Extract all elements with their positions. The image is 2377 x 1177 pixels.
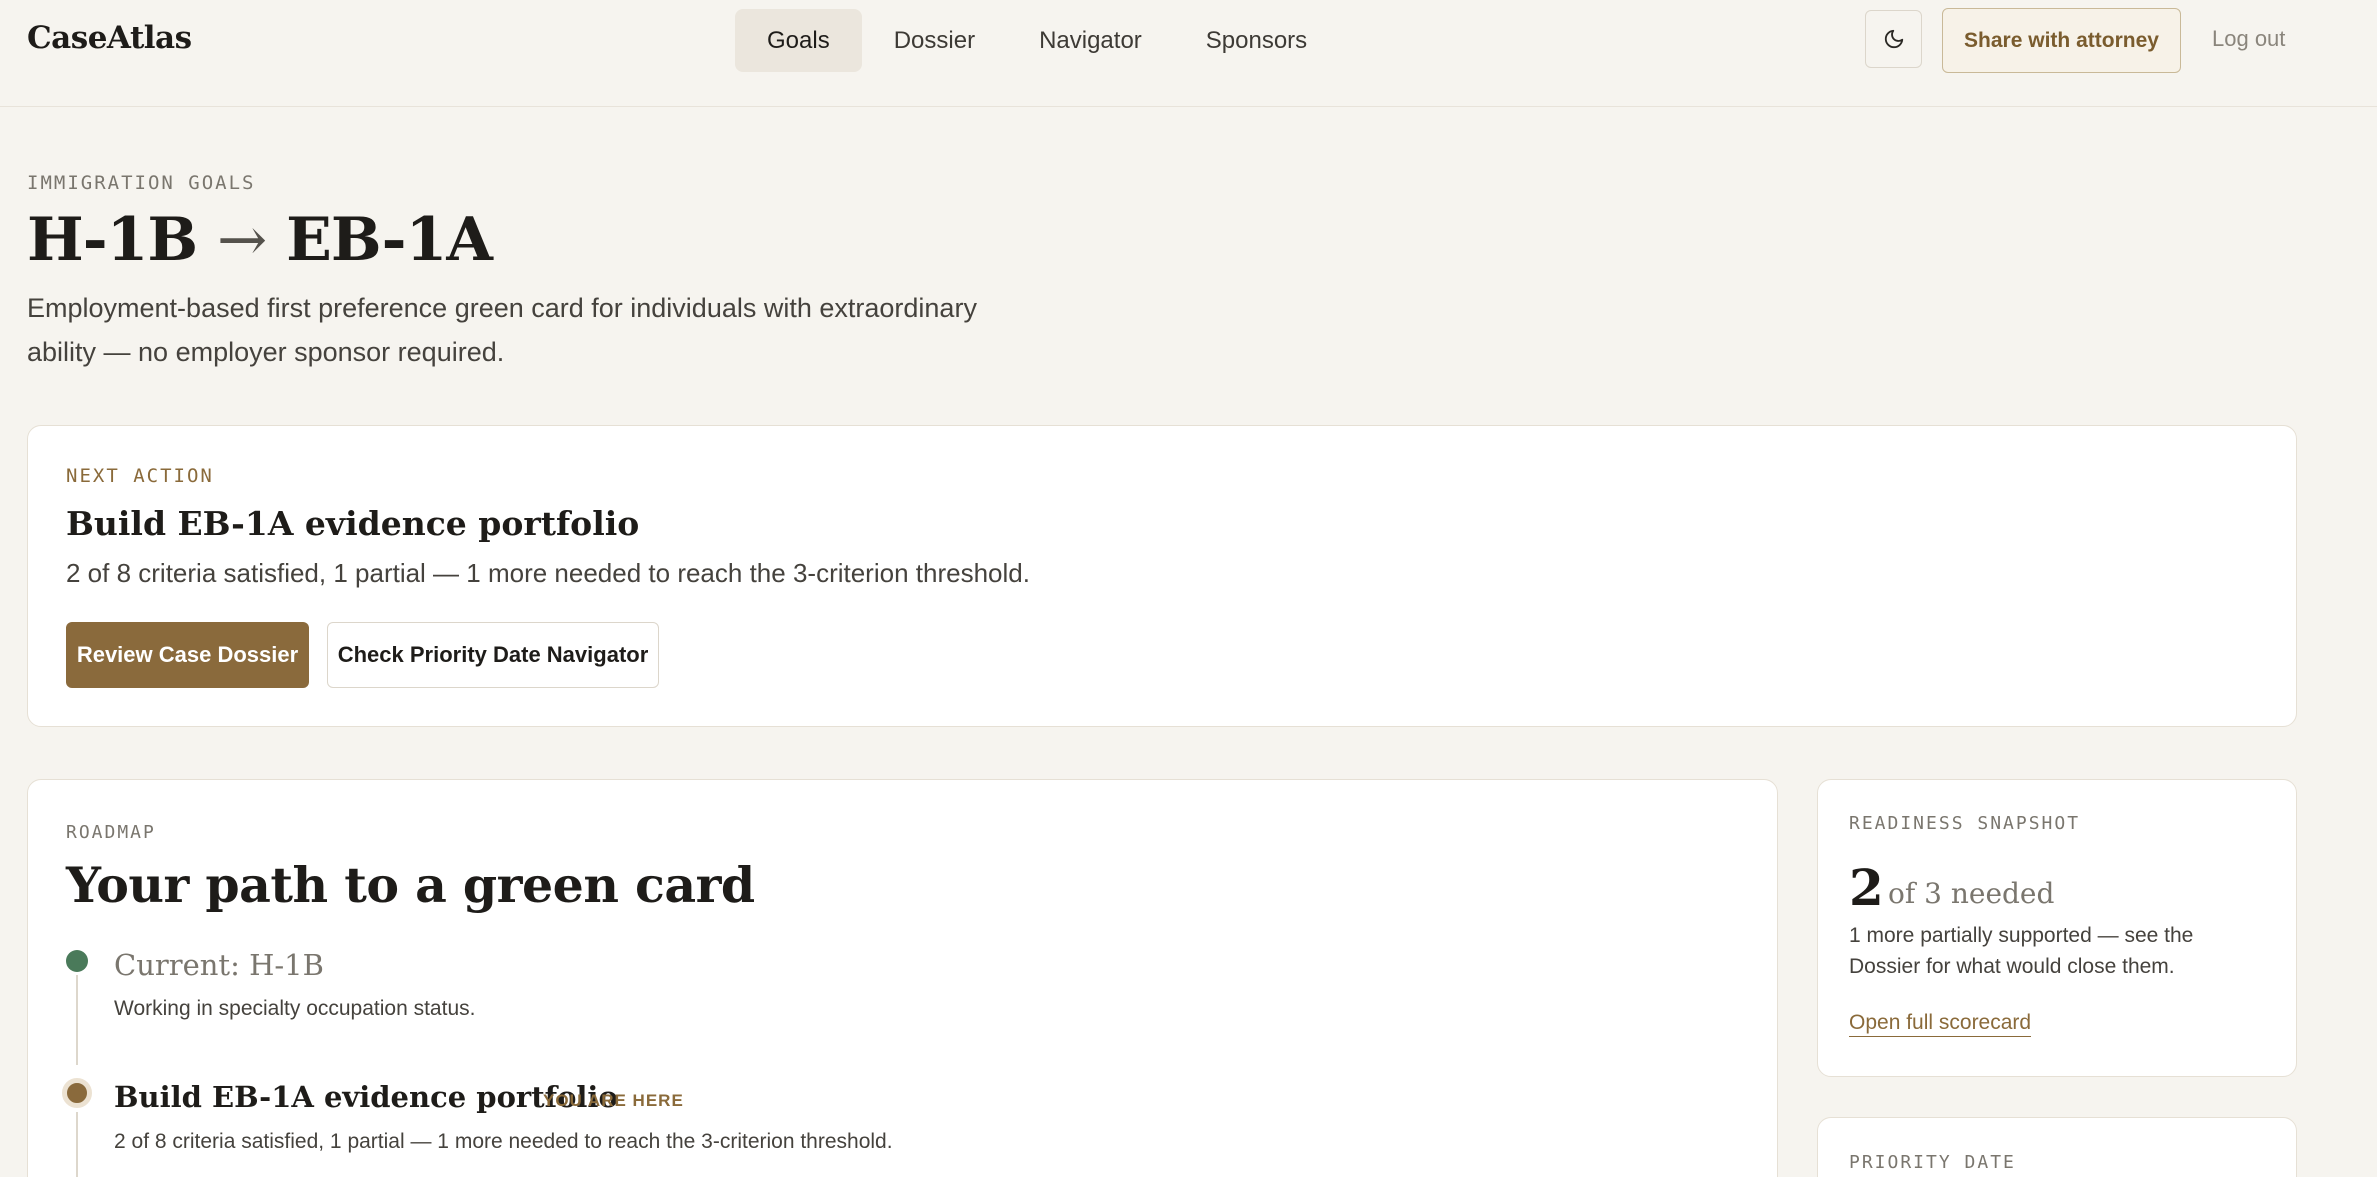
step-current-description: Working in specialty occupation status. [114,997,476,1020]
nav-item-navigator[interactable]: Navigator [1007,9,1174,72]
priority-date-eyebrow: PRIORITY DATE [1849,1152,2016,1173]
roadmap-card: ROADMAP Your path to a green card Curren… [27,779,1778,1177]
roadmap-title: Your path to a green card [66,856,755,914]
brand-logo[interactable]: CaseAtlas [27,20,192,56]
top-navigation-bar: CaseAtlas Goals Dossier Navigator Sponso… [0,0,2377,107]
priority-date-card: PRIORITY DATE [1817,1117,2297,1177]
next-action-title: Build EB-1A evidence portfolio [66,504,640,543]
nav-item-dossier[interactable]: Dossier [862,9,1007,72]
visa-to: EB-1A [286,205,493,275]
next-action-description: 2 of 8 criteria satisfied, 1 partial — 1… [66,558,1030,588]
arrow-right-icon: → [216,205,267,275]
nav-item-sponsors[interactable]: Sponsors [1174,9,1339,72]
timeline-connector [76,975,78,1065]
roadmap-eyebrow: ROADMAP [66,822,156,843]
open-full-scorecard-link[interactable]: Open full scorecard [1849,1011,2032,1037]
theme-toggle-button[interactable] [1865,10,1922,68]
step-current-title: Current: H-1B [114,948,324,982]
page-eyebrow: IMMIGRATION GOALS [27,172,256,194]
page-description: Employment-based first preference green … [27,293,977,367]
step-done-dot [66,950,88,972]
readiness-of-needed: of 3 needed [1888,877,2055,910]
readiness-snapshot-card: READINESS SNAPSHOT 2 of 3 needed 1 more … [1817,779,2297,1077]
timeline-connector [76,1112,78,1177]
page-title: H-1B → EB-1A [27,205,493,275]
visa-from: H-1B [27,205,198,275]
check-priority-date-navigator-button[interactable]: Check Priority Date Navigator [327,622,659,688]
step-current-dot [62,1078,92,1108]
you-are-here-badge: YOU ARE HERE [543,1091,684,1110]
main-nav: Goals Dossier Navigator Sponsors [735,9,1339,72]
next-action-eyebrow: NEXT ACTION [66,465,214,487]
readiness-description: 1 more partially supported — see the Dos… [1849,924,2194,978]
review-case-dossier-button[interactable]: Review Case Dossier [66,622,309,688]
next-action-card: NEXT ACTION Build EB-1A evidence portfol… [27,425,2297,727]
share-with-attorney-button[interactable]: Share with attorney [1942,8,2181,73]
step-build-description: 2 of 8 criteria satisfied, 1 partial — 1… [114,1130,893,1153]
readiness-count: 2 [1849,858,1884,917]
logout-link[interactable]: Log out [2212,26,2285,52]
readiness-eyebrow: READINESS SNAPSHOT [1849,813,2081,834]
moon-icon [1884,29,1903,49]
nav-item-goals[interactable]: Goals [735,9,862,72]
